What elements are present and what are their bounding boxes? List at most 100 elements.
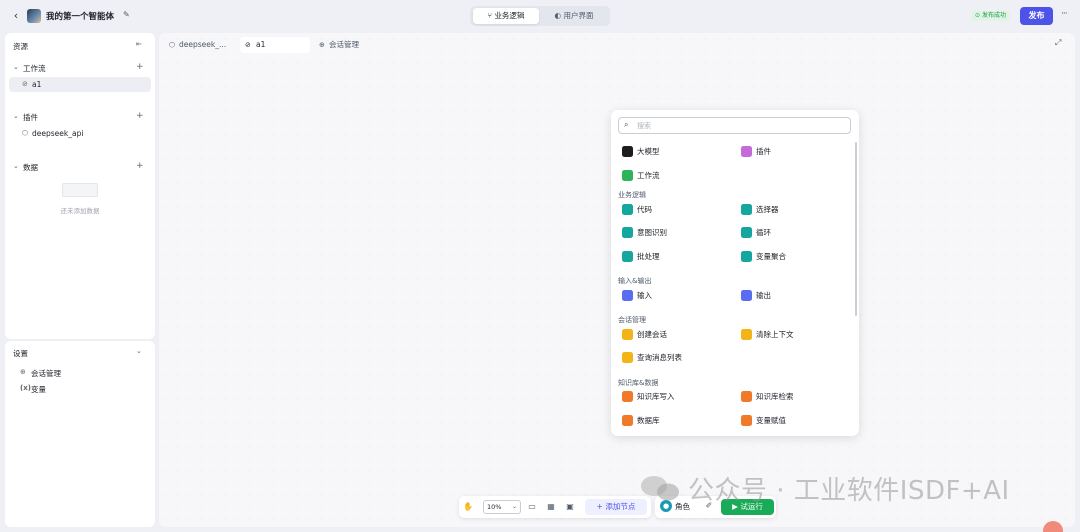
node-item-label: 知识库检索 — [756, 392, 794, 401]
create-chat-icon — [622, 328, 633, 340]
plugin-icon — [741, 145, 752, 157]
section-workflow[interactable]: 工作流 — [23, 63, 46, 74]
mode-switch: ⑂ 业务逻辑 ◐ 用户界面 — [470, 6, 610, 26]
plugin-icon: ⬡ — [169, 41, 176, 49]
chevron-down-icon[interactable]: ⌄ — [13, 112, 19, 120]
node-item[interactable]: 代码 — [622, 202, 652, 216]
zoom-select[interactable]: 10% ⌄ — [483, 500, 521, 514]
node-item[interactable]: 查询消息列表 — [622, 351, 682, 365]
node-item[interactable]: 循环 — [741, 226, 771, 240]
node-item-label: 数据库 — [637, 415, 660, 425]
tab-a1[interactable]: ⊘ a1 — [240, 37, 310, 53]
node-item-label: 循环 — [756, 228, 771, 237]
input-icon — [622, 289, 633, 301]
sidebar-item-label: a1 — [32, 80, 42, 89]
sidebar-title: 资源 — [13, 42, 28, 51]
node-item[interactable]: 输入 — [622, 288, 652, 302]
node-item-label: 输入 — [637, 290, 652, 300]
publish-status-badge: ⊙ 发布成功 — [972, 11, 1009, 21]
node-item-label: 选择器 — [756, 204, 779, 214]
section-data[interactable]: 数据 — [23, 162, 38, 173]
pointer-mode-icon[interactable]: ✋ — [462, 500, 474, 514]
tab-user-interface[interactable]: ◐ 用户界面 — [541, 8, 607, 24]
output-icon — [741, 289, 752, 301]
node-item-label: 创建会话 — [637, 329, 667, 339]
tab-deepseek-api[interactable]: ⬡ deepseek_... — [169, 37, 226, 53]
kb-search-icon — [741, 391, 752, 402]
settings-item-chat-manage[interactable]: 会话管理 — [31, 368, 61, 379]
node-search-input[interactable] — [637, 120, 837, 132]
node-item[interactable]: 插件 — [741, 144, 771, 158]
node-item[interactable]: 清除上下文 — [741, 327, 794, 341]
chevron-down-icon[interactable]: ⌄ — [13, 162, 19, 170]
sidebar-item-a1[interactable] — [9, 77, 151, 92]
empty-data-text: 还未添加数据 — [60, 207, 100, 215]
kb-write-icon — [622, 391, 633, 402]
node-item-label: 查询消息列表 — [637, 353, 682, 362]
node-item[interactable]: 知识库写入 — [622, 390, 675, 404]
add-workflow-icon[interactable]: + — [136, 62, 144, 72]
wechat-logo-watermark — [641, 476, 679, 501]
panel-scrollbar[interactable] — [855, 142, 857, 316]
section-plugin[interactable]: 插件 — [23, 112, 38, 123]
settings-panel: 设置 ⌄ ⊕ 会话管理 (x) 变量 — [5, 341, 155, 527]
canvas-toolbar: ✋ 10% ⌄ ▭ ▦ ▣ + 添加节点 — [459, 496, 651, 518]
app-title: 我的第一个智能体 — [46, 12, 115, 22]
more-icon[interactable]: ··· — [1061, 9, 1068, 19]
workflow-icon — [622, 169, 633, 181]
edit-icon[interactable]: ✎ — [123, 10, 130, 19]
add-data-icon[interactable]: + — [136, 161, 144, 171]
node-item[interactable]: 意图识别 — [622, 226, 667, 240]
assign-icon — [741, 414, 752, 426]
node-item[interactable]: 输出 — [741, 288, 771, 302]
collapse-sidebar-icon[interactable]: ⇤ — [136, 40, 142, 48]
chevron-left-icon[interactable]: ‹ — [10, 9, 22, 23]
plugin-icon: ⬡ — [22, 129, 29, 137]
code-icon — [622, 203, 633, 215]
node-item-label: 变量赋值 — [756, 415, 786, 425]
node-item[interactable]: 知识库检索 — [741, 390, 794, 404]
tab-business-logic[interactable]: ⑂ 业务逻辑 — [473, 8, 539, 24]
node-search-box[interactable]: ⌕ — [618, 117, 851, 134]
node-item-label: 知识库写入 — [637, 392, 675, 401]
node-item-label: 代码 — [637, 204, 652, 214]
node-item-label: 意图识别 — [637, 228, 667, 237]
empty-data-illustration — [62, 183, 98, 197]
node-section-title: 知识库&数据 — [618, 378, 659, 387]
add-plugin-icon[interactable]: + — [136, 111, 144, 121]
message-list-icon — [622, 352, 633, 363]
chevron-down-icon[interactable]: ⌄ — [136, 347, 142, 355]
chat-manage-icon: ⊕ — [319, 41, 325, 49]
tab-chat-manage[interactable]: ⊕ 会话管理 — [319, 37, 359, 53]
watermark-text: 公众号 · 工业软件ISDF+AI — [688, 476, 1010, 506]
node-section-title: 会话管理 — [618, 316, 646, 324]
node-item[interactable]: 批处理 — [622, 249, 660, 263]
loop-icon — [741, 227, 752, 238]
node-item[interactable]: 变量聚合 — [741, 249, 786, 263]
chevron-down-icon[interactable]: ⌄ — [13, 63, 19, 71]
minimap-icon[interactable]: ▦ — [545, 500, 557, 514]
sidebar-item-deepseek-api[interactable]: deepseek_api — [32, 129, 83, 138]
workflow-icon: ⊘ — [22, 80, 28, 88]
node-item[interactable]: 数据库 — [622, 413, 660, 427]
top-bar: ‹ 我的第一个智能体 ✎ ⑂ 业务逻辑 ◐ 用户界面 ⊙ 发布成功 发布 ··· — [0, 0, 1080, 32]
node-item-label: 批处理 — [637, 251, 660, 261]
node-item[interactable]: 选择器 — [741, 202, 779, 216]
node-item[interactable]: 创建会话 — [622, 327, 667, 341]
publish-button[interactable]: 发布 — [1020, 7, 1053, 25]
node-section-title: 输入&输出 — [618, 277, 652, 285]
node-item-label: 工作流 — [637, 170, 660, 180]
settings-item-variables[interactable]: 变量 — [31, 384, 46, 395]
node-section-title: 业务逻辑 — [618, 191, 646, 199]
if-icon — [741, 203, 752, 215]
app-avatar — [27, 9, 41, 23]
chevron-down-icon: ⌄ — [511, 503, 517, 510]
node-item-label: 变量聚合 — [756, 251, 786, 261]
node-item[interactable]: 工作流 — [622, 168, 660, 182]
layout-icon[interactable]: ▣ — [564, 500, 576, 514]
clear-context-icon — [741, 328, 752, 340]
expand-icon[interactable]: ⤢ — [1055, 38, 1061, 48]
comment-icon[interactable]: ▭ — [526, 500, 538, 514]
node-item[interactable]: 变量赋值 — [741, 413, 786, 427]
node-item[interactable]: 大模型 — [622, 144, 660, 158]
